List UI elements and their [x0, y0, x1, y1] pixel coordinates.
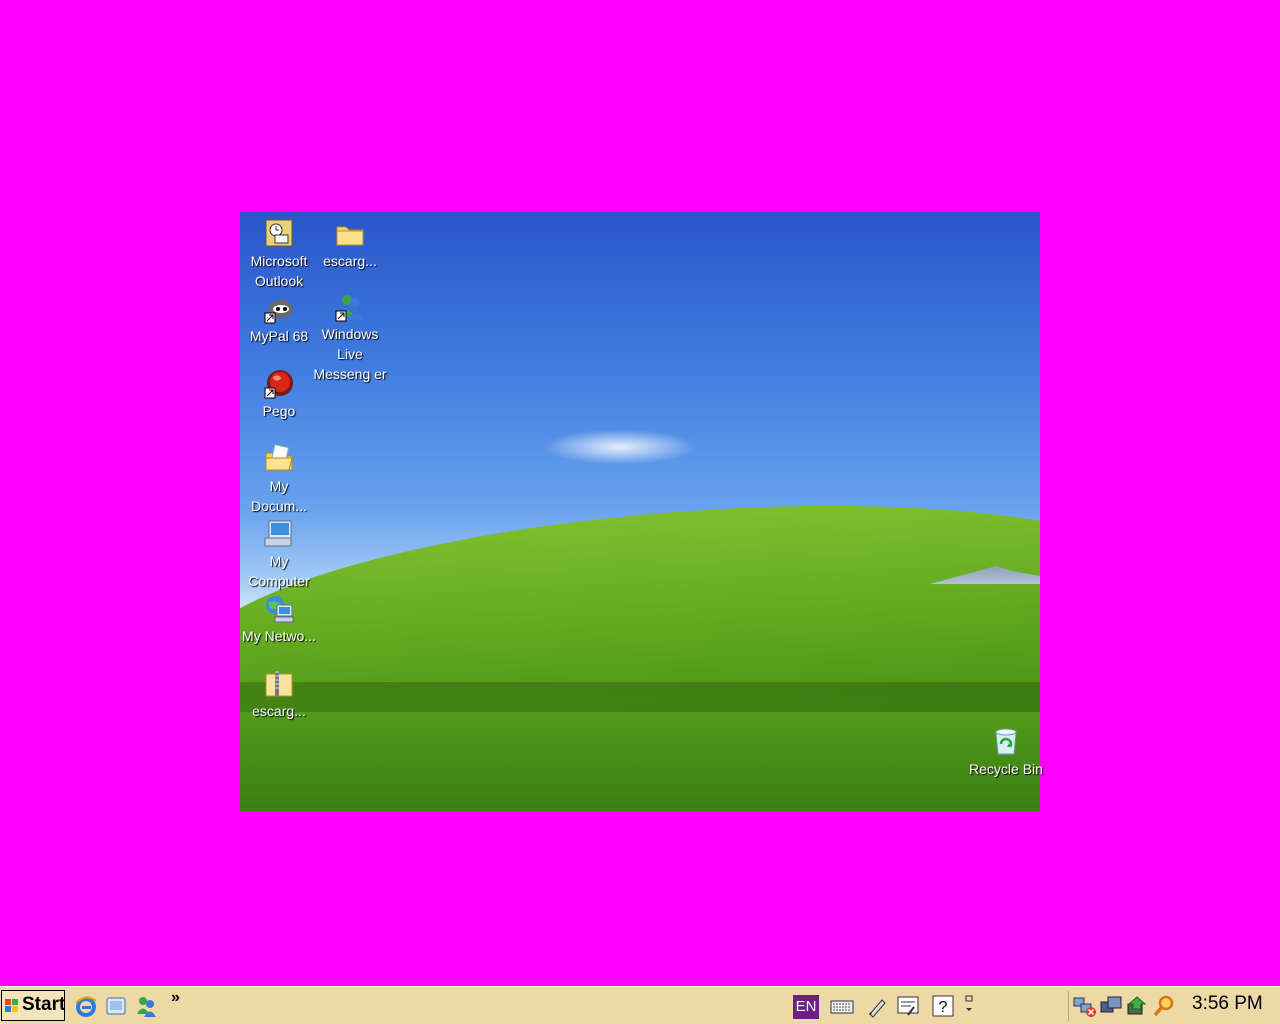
icon-label: My Netwo...	[242, 628, 316, 644]
desktop-icon-escarg-folder[interactable]: escarg...	[312, 218, 388, 271]
safely-remove-hardware-icon[interactable]	[1125, 994, 1149, 1018]
taskbar: Start » EN ? 3:56 PM	[0, 986, 1280, 1024]
mypal-icon	[264, 300, 293, 324]
wallpaper-field	[240, 712, 1040, 811]
tray-separator	[1068, 991, 1069, 1021]
desktop-icon-my-network[interactable]: My Netwo...	[241, 593, 317, 646]
start-label: Start	[22, 994, 66, 1015]
clock[interactable]: 3:56 PM	[1192, 993, 1263, 1015]
network-disconnected-icon[interactable]	[1073, 994, 1097, 1018]
icon-label: MyPal 68	[249, 328, 309, 344]
desktop-icon-my-computer[interactable]: My Computer	[241, 518, 317, 591]
desktop-icon-windows-live-messenger[interactable]: Windows Live Messeng er	[312, 291, 388, 384]
desktop-icon-outlook[interactable]: Microsoft Outlook	[241, 218, 317, 291]
folder-icon	[336, 226, 364, 246]
windows-flag-icon	[5, 999, 18, 1012]
icon-label: Microsoft Outlook	[250, 253, 308, 289]
my-computer-icon	[264, 520, 292, 547]
icon-label: Pego	[262, 403, 296, 419]
messenger-icon	[335, 295, 363, 322]
display-monitors-icon[interactable]	[1099, 994, 1123, 1018]
quick-launch-chevron[interactable]: »	[171, 989, 180, 1007]
icon-label: Windows Live Messeng er	[313, 326, 387, 382]
language-bar-settings-icon[interactable]	[896, 994, 920, 1018]
show-desktop-icon[interactable]	[104, 994, 128, 1018]
zip-folder-icon	[265, 670, 293, 697]
icon-label: My Computer	[248, 553, 310, 589]
internet-explorer-icon[interactable]	[74, 994, 98, 1018]
icon-label: Recycle Bin	[969, 761, 1043, 777]
icon-label: My Docum...	[250, 478, 307, 514]
help-icon[interactable]: ?	[931, 994, 955, 1018]
desktop-icon-mypal[interactable]: MyPal 68	[241, 293, 317, 346]
start-button[interactable]: Start	[1, 990, 65, 1021]
language-bar-options-icon[interactable]	[962, 994, 976, 1018]
desktop-icon-my-documents[interactable]: My Docum...	[241, 443, 317, 516]
pego-icon	[264, 370, 293, 399]
icon-label: escarg...	[323, 253, 377, 269]
my-network-icon	[266, 596, 294, 623]
outlook-icon	[265, 219, 293, 247]
svg-text:?: ?	[939, 999, 948, 1016]
recycle-bin-icon	[995, 728, 1017, 755]
icon-label: escarg...	[252, 703, 306, 719]
search-magnifier-icon[interactable]	[1152, 994, 1176, 1018]
my-documents-icon	[265, 444, 293, 471]
desktop-icon-recycle-bin[interactable]: Recycle Bin	[968, 726, 1044, 779]
desktop-icon-pego[interactable]: Pego	[241, 368, 317, 421]
messenger-icon[interactable]	[134, 994, 158, 1018]
desktop-icon-escarg-zip[interactable]: escarg...	[241, 668, 317, 721]
handwriting-pen-icon[interactable]	[866, 994, 890, 1018]
language-indicator[interactable]: EN	[793, 995, 819, 1019]
keyboard-icon[interactable]	[830, 994, 854, 1018]
